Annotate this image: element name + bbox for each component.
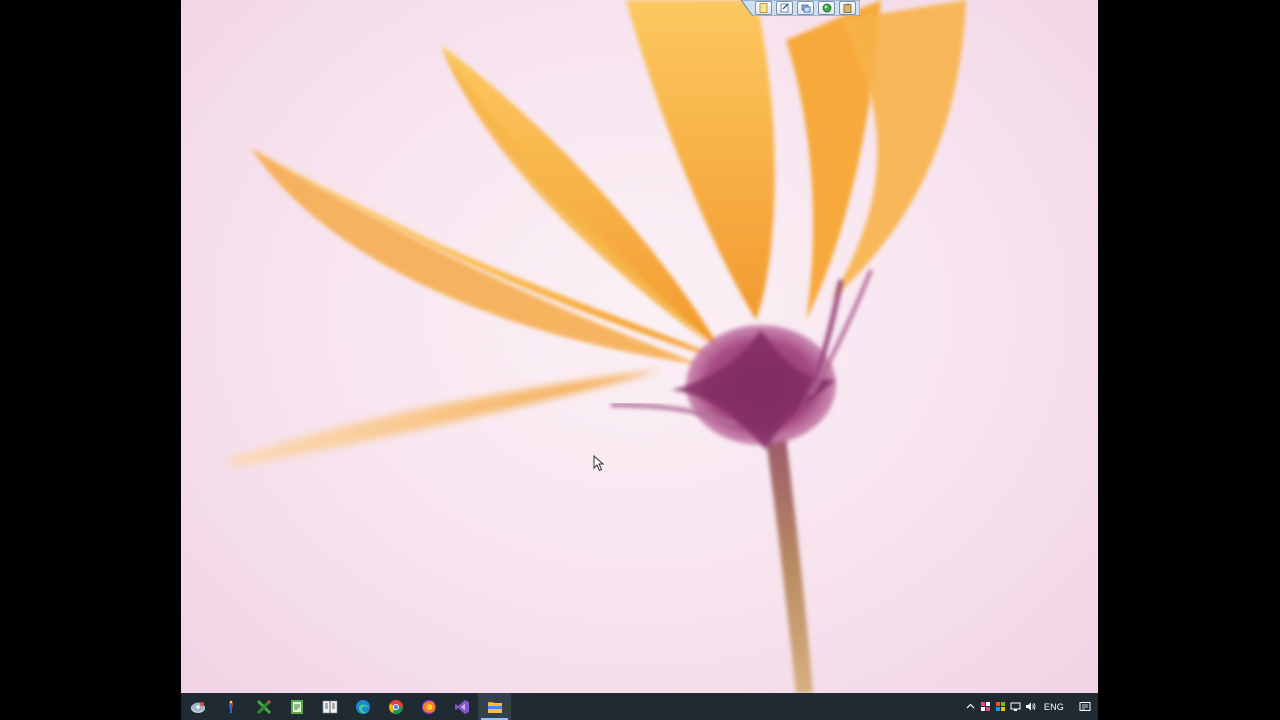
taskbar-app-tool[interactable] [214,693,247,720]
file-explorer-icon [487,701,502,713]
network-icon [1010,702,1021,711]
taskbar-app-notepad[interactable] [280,693,313,720]
tray-app-1[interactable] [978,693,993,720]
edit-doc-icon[interactable] [776,1,793,15]
visual-studio-icon [454,699,469,714]
tray-chevron[interactable] [963,693,978,720]
taskbar-app-visual-studio[interactable] [445,693,478,720]
taskbar: ENG [181,693,1098,720]
edge-icon [355,699,370,714]
desktop[interactable] [181,0,1098,693]
taskbar-app-x-tool[interactable] [247,693,280,720]
new-doc-icon[interactable] [755,1,772,15]
screen: ENG [181,0,1098,720]
taskbar-app-file-explorer[interactable] [478,693,511,720]
clipboard-icon[interactable] [839,1,856,15]
letterbox-right [1098,0,1280,720]
windows-icon[interactable] [797,1,814,15]
letterbox-left [0,0,181,720]
x-tool-icon [256,699,271,714]
globe-icon[interactable] [818,1,835,15]
tray-volume[interactable] [1023,693,1038,720]
taskbar-app-chrome[interactable] [379,693,412,720]
firefox-icon [421,699,436,714]
notification-icon [1079,701,1091,711]
taskbar-app-firefox[interactable] [412,693,445,720]
disc-icon [190,701,205,713]
taskbar-app-disc[interactable] [181,693,214,720]
taskbar-app-edge[interactable] [346,693,379,720]
tray-windows-icon [995,702,1005,711]
tray-app-2[interactable] [993,693,1008,720]
notification-center[interactable] [1072,693,1098,720]
language-indicator[interactable]: ENG [1038,702,1072,712]
chrome-icon [388,699,403,714]
orange-flower-wallpaper [221,0,966,693]
system-tray: ENG [963,693,1098,720]
tool-icon [228,699,233,714]
tray-puzzle-icon [980,702,990,711]
floating-mini-toolbar [741,0,860,16]
book-icon [322,700,337,713]
volume-icon [1025,702,1036,711]
taskbar-app-book[interactable] [313,693,346,720]
chevron-up-icon [966,703,975,709]
notepad-icon [290,699,303,714]
mouse-cursor-icon [593,455,605,472]
tray-network[interactable] [1008,693,1023,720]
